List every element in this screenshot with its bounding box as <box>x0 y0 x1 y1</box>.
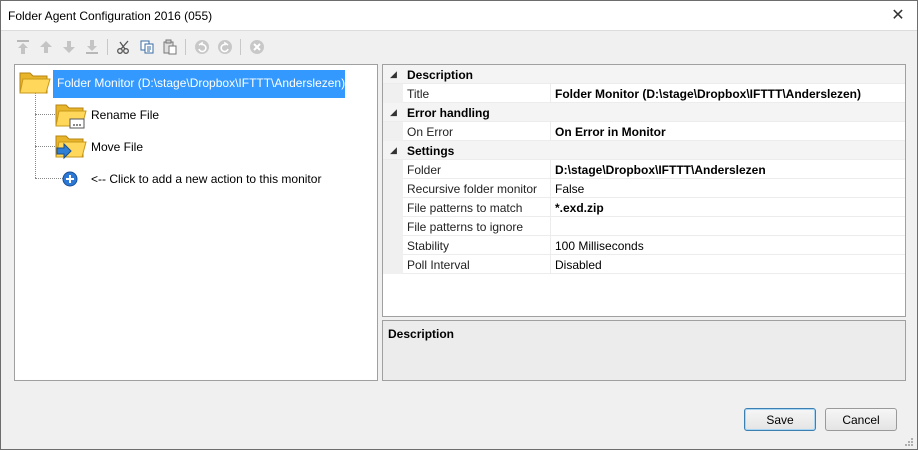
move-to-top-icon[interactable] <box>13 38 32 57</box>
tree-node-move-file[interactable]: Move File <box>91 140 143 154</box>
collapse-icon[interactable]: ◢ <box>390 69 397 80</box>
row-gutter <box>383 217 403 236</box>
move-down-icon[interactable] <box>59 38 78 57</box>
action-tree: Folder Monitor (D:\stage\Dropbox\IFTTT\A… <box>14 64 378 381</box>
property-name: Poll Interval <box>407 258 470 272</box>
folder-rename-icon <box>55 102 87 133</box>
tree-node-rename-file[interactable]: Rename File <box>91 108 159 122</box>
collapse-icon[interactable]: ◢ <box>390 145 397 156</box>
toolbar-separator <box>107 39 108 55</box>
row-gutter <box>383 255 403 274</box>
move-to-bottom-icon[interactable] <box>82 38 101 57</box>
property-value[interactable]: 100 Milliseconds <box>555 239 644 253</box>
property-row-title[interactable]: Title Folder Monitor (D:\stage\Dropbox\I… <box>383 84 905 103</box>
row-gutter <box>383 236 403 255</box>
property-name: Recursive folder monitor <box>407 182 538 196</box>
delete-icon[interactable] <box>247 38 266 57</box>
row-gutter <box>383 198 403 217</box>
property-name: Title <box>407 87 430 101</box>
cut-icon[interactable] <box>114 38 133 57</box>
property-name: Stability <box>407 239 450 253</box>
tree-root-label: Folder Monitor (D:\stage\Dropbox\IFTTT\A… <box>57 76 346 90</box>
property-row-on-error[interactable]: On Error On Error in Monitor <box>383 122 905 141</box>
property-value[interactable]: D:\stage\Dropbox\IFTTT\Anderslezen <box>555 163 766 177</box>
property-row-recursive[interactable]: Recursive folder monitor False <box>383 179 905 198</box>
row-gutter <box>383 160 403 179</box>
window-title: Folder Agent Configuration 2016 (055) <box>8 9 213 23</box>
toolbar-separator <box>240 39 241 55</box>
folder-move-icon <box>55 133 87 164</box>
column-divider <box>550 217 551 236</box>
category-error-handling[interactable]: ◢ Error handling <box>383 103 905 122</box>
property-row-stability[interactable]: Stability 100 Milliseconds <box>383 236 905 255</box>
category-label: Description <box>407 68 474 82</box>
toolbar <box>13 37 266 57</box>
add-action-icon[interactable] <box>62 171 78 190</box>
column-divider <box>550 179 551 198</box>
column-divider <box>550 198 551 217</box>
undo-icon[interactable] <box>192 38 211 57</box>
property-row-folder[interactable]: Folder D:\stage\Dropbox\IFTTT\Andersleze… <box>383 160 905 179</box>
row-gutter <box>383 179 403 198</box>
title-bar: Folder Agent Configuration 2016 (055) ✕ <box>1 1 917 31</box>
folder-open-icon <box>19 68 51 99</box>
property-grid: ◢ Description Title Folder Monitor (D:\s… <box>382 64 906 317</box>
column-divider <box>550 160 551 179</box>
category-label: Settings <box>407 144 455 158</box>
redo-icon[interactable] <box>215 38 234 57</box>
property-row-patterns-ignore[interactable]: File patterns to ignore <box>383 217 905 236</box>
close-icon[interactable]: ✕ <box>885 5 911 25</box>
paste-icon[interactable] <box>160 38 179 57</box>
dialog-window: Folder Agent Configuration 2016 (055) ✕ <box>0 0 918 450</box>
property-name: Folder <box>407 163 442 177</box>
property-row-poll-interval[interactable]: Poll Interval Disabled <box>383 255 905 274</box>
tree-connector <box>35 178 63 179</box>
property-name: On Error <box>407 125 454 139</box>
column-divider <box>550 122 551 141</box>
move-up-icon[interactable] <box>36 38 55 57</box>
property-name: File patterns to ignore <box>407 220 524 234</box>
row-gutter <box>383 122 403 141</box>
tree-connector <box>35 93 36 178</box>
row-gutter <box>383 84 403 103</box>
property-value[interactable]: *.exd.zip <box>555 201 604 215</box>
tree-connector <box>35 114 55 115</box>
property-value[interactable]: On Error in Monitor <box>555 125 666 139</box>
copy-icon[interactable] <box>137 38 156 57</box>
tree-connector <box>35 146 55 147</box>
description-title: Description <box>388 327 455 341</box>
save-button[interactable]: Save <box>744 408 816 431</box>
property-value[interactable]: Disabled <box>555 258 602 272</box>
description-panel: Description <box>382 320 906 381</box>
column-divider <box>550 236 551 255</box>
property-row-patterns-match[interactable]: File patterns to match *.exd.zip <box>383 198 905 217</box>
column-divider <box>550 84 551 103</box>
cancel-button[interactable]: Cancel <box>825 408 897 431</box>
property-value[interactable]: False <box>555 182 584 196</box>
property-name: File patterns to match <box>407 201 523 215</box>
add-action-hint[interactable]: <-- Click to add a new action to this mo… <box>91 172 321 186</box>
category-settings[interactable]: ◢ Settings <box>383 141 905 160</box>
column-divider <box>550 255 551 274</box>
category-description[interactable]: ◢ Description <box>383 65 905 84</box>
collapse-icon[interactable]: ◢ <box>390 107 397 118</box>
resize-grip-icon[interactable] <box>904 436 914 446</box>
property-value[interactable]: Folder Monitor (D:\stage\Dropbox\IFTTT\A… <box>555 87 861 101</box>
category-label: Error handling <box>407 106 490 120</box>
toolbar-separator <box>185 39 186 55</box>
